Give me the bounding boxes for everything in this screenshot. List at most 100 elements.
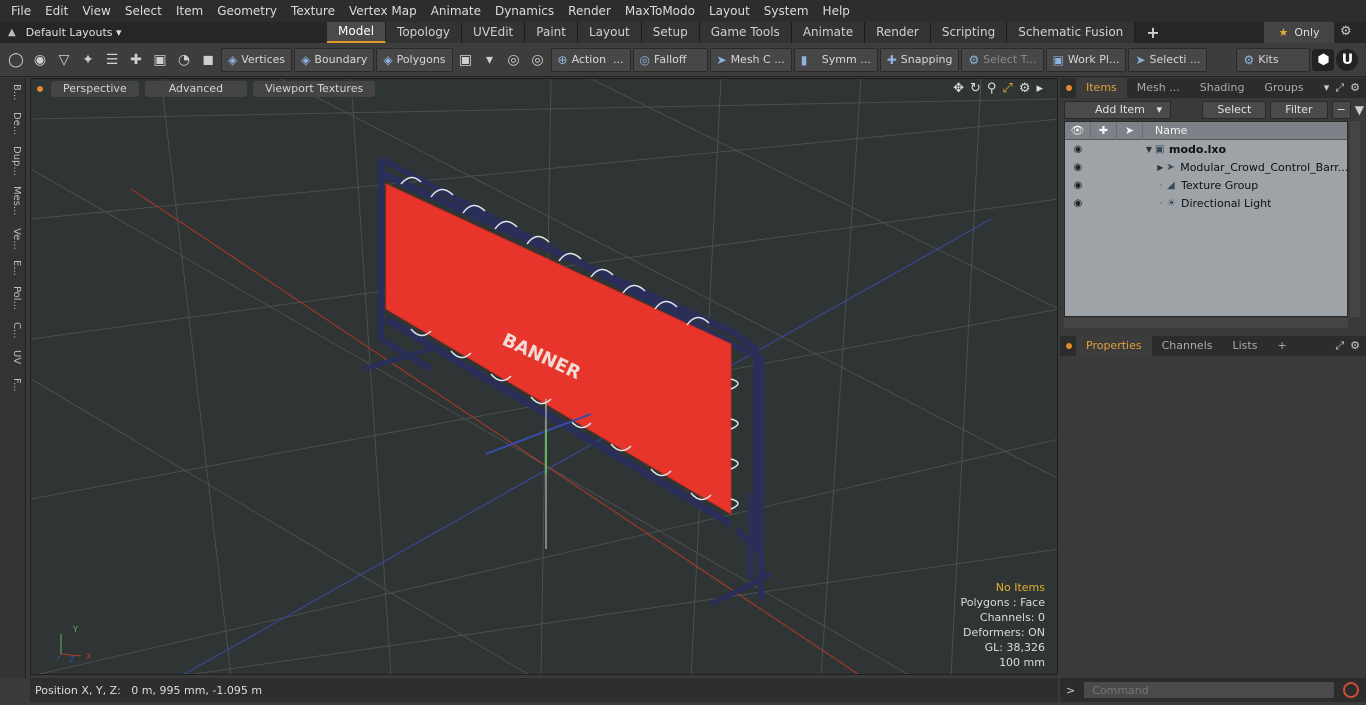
falloff-button[interactable]: ◎ Falloff	[632, 47, 708, 72]
tab-scripting[interactable]: Scripting	[930, 22, 1008, 43]
strip-tab-edge[interactable]: E...	[4, 260, 22, 276]
tab-topology[interactable]: Topology	[386, 22, 463, 43]
record-macro-icon[interactable]	[1343, 682, 1360, 698]
strip-tab-basic[interactable]: B...	[4, 84, 22, 100]
tree-row-directional-light[interactable]: ◉ · ☀ Directional Light	[1065, 194, 1347, 212]
menu-dynamics[interactable]: Dynamics	[488, 0, 561, 22]
3d-viewport[interactable]: BANNER Y Z X Perspective Advanced Viewpo…	[30, 78, 1058, 675]
tab-properties[interactable]: Properties	[1076, 336, 1152, 356]
vertices-button[interactable]: ◈ Vertices	[221, 47, 293, 72]
visibility-eye-icon[interactable]: ◉	[1065, 162, 1091, 173]
snapping-button[interactable]: ✚ Snapping	[879, 47, 960, 72]
add-item-button[interactable]: Add Item ▾	[1064, 101, 1171, 119]
panel-settings-icon[interactable]: ⚙	[1350, 81, 1360, 95]
strip-tab-fusion[interactable]: F...	[4, 378, 22, 392]
strip-tab-mesh-edit[interactable]: Mes...	[4, 186, 22, 216]
menu-help[interactable]: Help	[816, 0, 857, 22]
menu-select[interactable]: Select	[118, 0, 169, 22]
collapse-icon[interactable]: −	[1331, 101, 1351, 119]
tab-shading[interactable]: Shading	[1190, 78, 1255, 98]
work-plane-button[interactable]: ▣ Work Pl...	[1045, 47, 1127, 72]
command-history-arrow-icon[interactable]: >	[1066, 684, 1075, 697]
tab-schematic-fusion[interactable]: Schematic Fusion	[1007, 22, 1136, 43]
lock-column-icon[interactable]: ✚	[1091, 121, 1117, 140]
dial-icon[interactable]: ◔	[173, 49, 195, 71]
select-button[interactable]: Select	[1202, 101, 1267, 119]
name-column-header[interactable]: Name	[1143, 124, 1187, 137]
action-center-button[interactable]: ⊕ Action ...	[550, 47, 631, 72]
props-panel-dot[interactable]	[1066, 343, 1072, 349]
tabs-dropdown-icon[interactable]: ▾	[1324, 81, 1330, 95]
menu-geometry[interactable]: Geometry	[210, 0, 284, 22]
tab-channels[interactable]: Channels	[1152, 336, 1223, 356]
visibility-column-icon[interactable]: 👁	[1065, 121, 1091, 140]
default-layouts-dropdown[interactable]: ▲ Default Layouts ▾	[0, 26, 240, 39]
tab-animate[interactable]: Animate	[791, 22, 866, 43]
tab-setup[interactable]: Setup	[641, 22, 700, 43]
pen-icon[interactable]: ▽	[53, 49, 75, 71]
advanced-dropdown[interactable]: Advanced	[144, 81, 248, 97]
menu-layout[interactable]: Layout	[702, 0, 757, 22]
gear-icon[interactable]: ⚙	[1340, 24, 1352, 39]
tab-lists[interactable]: Lists	[1223, 336, 1268, 356]
collapse-arrow-icon[interactable]: ▲	[8, 27, 16, 38]
tab-layout[interactable]: Layout	[577, 22, 642, 43]
items-vertical-scrollbar[interactable]	[1350, 121, 1360, 317]
symmetry-button[interactable]: ▮ Symm ...	[793, 47, 878, 72]
visibility-eye-icon[interactable]: ◉	[1065, 144, 1091, 155]
strip-tab-polygon[interactable]: Pol...	[4, 286, 22, 310]
shield-icon[interactable]: ◎	[503, 49, 525, 71]
menu-view[interactable]: View	[75, 0, 117, 22]
select-through-button[interactable]: ⚙ Select T...	[961, 47, 1044, 72]
polygons-button[interactable]: ◈ Polygons	[376, 47, 453, 72]
funnel-icon[interactable]: ▼	[1355, 103, 1364, 117]
align-icon[interactable]: ☰	[101, 49, 123, 71]
strip-tab-curve[interactable]: C...	[4, 322, 22, 339]
circle-select-icon[interactable]: ◯	[5, 49, 27, 71]
strip-tab-vertex[interactable]: Ve...	[4, 228, 22, 250]
panel-expand-icon[interactable]: ⤢	[1335, 81, 1344, 95]
menu-vertex-map[interactable]: Vertex Map	[342, 0, 424, 22]
dropdown-arrow-icon[interactable]: ▾	[479, 49, 501, 71]
strip-tab-deform[interactable]: De...	[4, 112, 22, 135]
mesh-constraints-button[interactable]: ➤ Mesh C ...	[709, 47, 792, 72]
menu-system[interactable]: System	[757, 0, 816, 22]
unity-icon[interactable]: ⬢	[1312, 48, 1335, 71]
kits-button[interactable]: ⚙ Kits	[1236, 47, 1311, 72]
tab-mesh[interactable]: Mesh ...	[1127, 78, 1190, 98]
add-tab-button[interactable]: +	[1135, 22, 1170, 43]
tab-paint[interactable]: Paint	[525, 22, 578, 43]
items-panel-dot[interactable]	[1066, 85, 1072, 91]
perspective-dropdown[interactable]: Perspective	[51, 81, 139, 97]
tab-model[interactable]: Model	[327, 22, 387, 43]
menu-animate[interactable]: Animate	[424, 0, 488, 22]
menu-edit[interactable]: Edit	[38, 0, 75, 22]
menu-maxtomodo[interactable]: MaxToModo	[618, 0, 702, 22]
menu-file[interactable]: File	[4, 0, 38, 22]
viewport-textures-dropdown[interactable]: Viewport Textures	[253, 81, 376, 97]
snap-box-icon[interactable]: ▣	[149, 49, 171, 71]
command-input[interactable]	[1083, 681, 1336, 699]
menu-item[interactable]: Item	[169, 0, 210, 22]
tab-items[interactable]: Items	[1076, 78, 1127, 98]
tab-game-tools[interactable]: Game Tools	[699, 22, 792, 43]
brush-icon[interactable]: ✦	[77, 49, 99, 71]
tab-render[interactable]: Render	[865, 22, 931, 43]
items-horizontal-scrollbar[interactable]	[1064, 318, 1348, 328]
props-settings-icon[interactable]: ⚙	[1350, 339, 1360, 353]
strip-tab-duplicate[interactable]: Dup...	[4, 146, 22, 176]
visibility-eye-icon[interactable]: ◉	[1065, 198, 1091, 209]
menu-render[interactable]: Render	[561, 0, 618, 22]
tree-row-scene[interactable]: ◉ ▼ ▣ modo.lxo	[1065, 140, 1347, 158]
viewport-menu-dot[interactable]	[37, 86, 43, 92]
props-expand-icon[interactable]: ⤢	[1335, 339, 1344, 353]
render-column-icon[interactable]: ➤	[1117, 121, 1143, 140]
strip-tab-uv[interactable]: UV	[4, 350, 22, 364]
add-props-tab-button[interactable]: +	[1267, 336, 1296, 356]
filter-button[interactable]: Filter	[1270, 101, 1328, 119]
selection-sets-button[interactable]: ➤ Selecti ...	[1128, 47, 1208, 72]
tab-groups[interactable]: Groups	[1254, 78, 1313, 98]
tree-row-texture-group[interactable]: ◉ · ◢ Texture Group	[1065, 176, 1347, 194]
only-toggle[interactable]: ★ Only	[1264, 22, 1334, 43]
globe-icon[interactable]: ◉	[29, 49, 51, 71]
